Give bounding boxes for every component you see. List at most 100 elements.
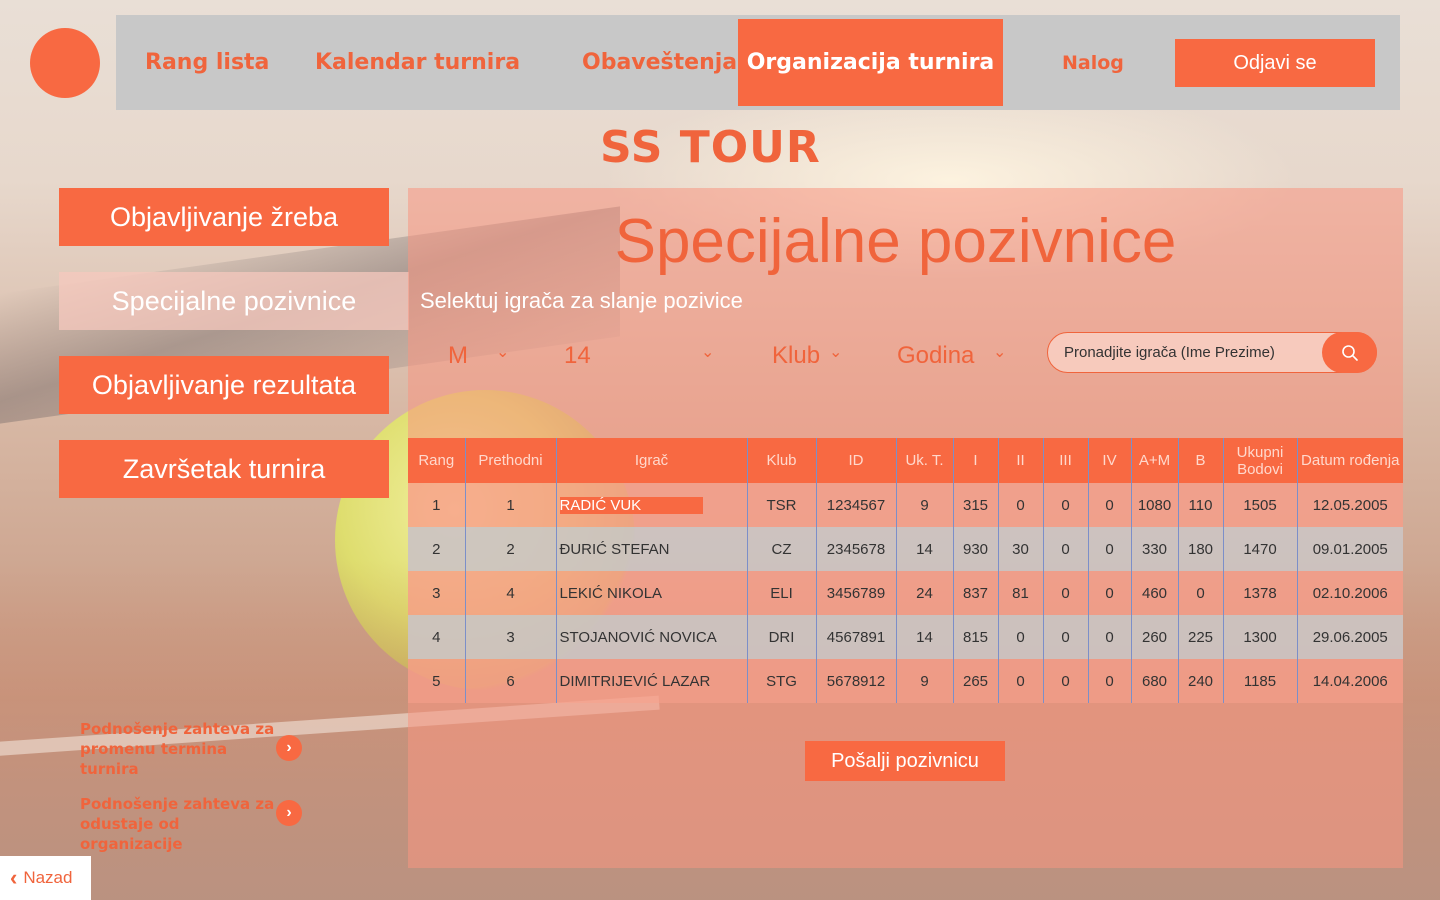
cell-b: 225 <box>1177 615 1223 659</box>
search-input[interactable] <box>1064 344 1324 361</box>
filter-gender[interactable]: M ⌄ <box>448 338 509 374</box>
cell-datum: 02.10.2006 <box>1296 571 1403 615</box>
chevron-right-icon[interactable]: › <box>276 735 302 761</box>
cell-igrac: ĐURIĆ STEFAN <box>555 527 747 571</box>
nav-kalendar-turnira[interactable]: Kalendar turnira <box>315 15 520 110</box>
col-prethodni: Prethodni <box>464 438 556 483</box>
cell-ii: 81 <box>997 571 1043 615</box>
cell-iii: 0 <box>1042 571 1088 615</box>
cell-uk-t: 9 <box>895 659 953 703</box>
col-ukupni-bodovi: Ukupni Bodovi <box>1222 438 1297 483</box>
cell-id: 2345678 <box>815 527 896 571</box>
nav-organizacija-turnira[interactable]: Organizacija turnira <box>738 19 1003 106</box>
filter-club[interactable]: Klub ⌄ <box>772 338 842 374</box>
filter-year-value: Godina <box>897 342 975 369</box>
cell-datum: 29.06.2005 <box>1296 615 1403 659</box>
cell-klub: TSR <box>746 483 816 527</box>
cell-rang: 1 <box>408 483 465 527</box>
filter-year[interactable]: Godina ⌄ <box>897 338 1006 374</box>
cell-i: 930 <box>952 527 998 571</box>
nav-obavestenja[interactable]: Obaveštenja <box>582 15 737 110</box>
cell-iv: 0 <box>1087 615 1131 659</box>
back-button[interactable]: ‹ Nazad <box>0 856 91 900</box>
cell-uk-t: 24 <box>895 571 953 615</box>
cell-uk-t: 14 <box>895 615 953 659</box>
cell-am: 460 <box>1130 571 1178 615</box>
cell-igrac: STOJANOVIĆ NOVICA <box>555 615 747 659</box>
request-change-term-link[interactable]: Podnošenje zahteva za promenu termina tu… <box>80 719 280 779</box>
cell-b: 110 <box>1177 483 1223 527</box>
page-title: Specijalne pozivnice <box>614 207 1177 276</box>
cell-klub: STG <box>746 659 816 703</box>
col-iv: IV <box>1087 438 1131 483</box>
col-id: ID <box>815 438 896 483</box>
nav-rang-lista[interactable]: Rang lista <box>145 15 269 110</box>
side-zavrsetak-turnira[interactable]: Završetak turnira <box>59 440 389 498</box>
cell-ukupni-bodovi: 1470 <box>1222 527 1297 571</box>
cell-igrac: LEKIĆ NIKOLA <box>555 571 747 615</box>
side-specijalne-pozivnice[interactable]: Specijalne pozivnice <box>59 272 409 330</box>
filter-age[interactable]: 14 ⌄ <box>564 338 714 374</box>
cell-ukupni-bodovi: 1185 <box>1222 659 1297 703</box>
cell-klub: DRI <box>746 615 816 659</box>
col-ii: II <box>997 438 1043 483</box>
send-invitation-button[interactable]: Pošalji pozivnicu <box>805 741 1005 781</box>
table-row[interactable]: 1 1 RADIĆ VUK TSR 1234567 9 315 0 0 0 10… <box>408 483 1403 527</box>
cell-prethodni: 3 <box>464 615 556 659</box>
cell-ii: 0 <box>997 483 1043 527</box>
chevron-down-icon: ⌄ <box>993 344 1007 361</box>
back-label: Nazad <box>23 868 73 887</box>
side-objavljivanje-zreba[interactable]: Objavljivanje žreba <box>59 188 389 246</box>
col-am: A+M <box>1130 438 1178 483</box>
logo[interactable] <box>30 28 100 98</box>
player-name-selected: RADIĆ VUK <box>559 496 703 514</box>
brand-title: SS TOUR <box>600 122 821 173</box>
cell-iv: 0 <box>1087 659 1131 703</box>
cell-i: 815 <box>952 615 998 659</box>
table-row[interactable]: 2 2 ĐURIĆ STEFAN CZ 2345678 14 930 30 0 … <box>408 527 1403 571</box>
chevron-down-icon: ⌄ <box>496 344 510 361</box>
search-button[interactable] <box>1322 332 1377 373</box>
cell-igrac: DIMITRIJEVIĆ LAZAR <box>555 659 747 703</box>
cell-iv: 0 <box>1087 571 1131 615</box>
cell-iii: 0 <box>1042 527 1088 571</box>
cell-uk-t: 14 <box>895 527 953 571</box>
filter-age-value: 14 <box>564 342 591 369</box>
col-igrac: Igrač <box>555 438 747 483</box>
col-klub: Klub <box>746 438 816 483</box>
cell-iii: 0 <box>1042 483 1088 527</box>
cell-prethodni: 4 <box>464 571 556 615</box>
cell-igrac: RADIĆ VUK <box>555 483 747 527</box>
logout-button[interactable]: Odjavi se <box>1175 39 1375 87</box>
nav-nalog[interactable]: Nalog <box>1062 15 1124 110</box>
table-row[interactable]: 5 6 DIMITRIJEVIĆ LAZAR STG 5678912 9 265… <box>408 659 1403 703</box>
col-uk-t: Uk. T. <box>895 438 953 483</box>
table-row[interactable]: 3 4 LEKIĆ NIKOLA ELI 3456789 24 837 81 0… <box>408 571 1403 615</box>
cell-id: 3456789 <box>815 571 896 615</box>
table-row[interactable]: 4 3 STOJANOVIĆ NOVICA DRI 4567891 14 815… <box>408 615 1403 659</box>
cell-prethodni: 2 <box>464 527 556 571</box>
chevron-right-icon[interactable]: › <box>276 800 302 826</box>
cell-b: 0 <box>1177 571 1223 615</box>
cell-i: 315 <box>952 483 998 527</box>
cell-iv: 0 <box>1087 483 1131 527</box>
cell-am: 1080 <box>1130 483 1178 527</box>
cell-datum: 12.05.2005 <box>1296 483 1403 527</box>
cell-b: 240 <box>1177 659 1223 703</box>
side-objavljivanje-rezultata[interactable]: Objavljivanje rezultata <box>59 356 389 414</box>
cell-b: 180 <box>1177 527 1223 571</box>
cell-iii: 0 <box>1042 615 1088 659</box>
page-subtitle: Selektuj igrača za slanje pozivice <box>420 288 743 313</box>
cell-ii: 0 <box>997 615 1043 659</box>
request-withdraw-link[interactable]: Podnošenje zahteva za odustaje od organi… <box>80 794 275 854</box>
cell-rang: 2 <box>408 527 465 571</box>
player-search <box>1047 332 1377 373</box>
cell-uk-t: 9 <box>895 483 953 527</box>
cell-rang: 4 <box>408 615 465 659</box>
col-b: B <box>1177 438 1223 483</box>
cell-datum: 14.04.2006 <box>1296 659 1403 703</box>
cell-id: 1234567 <box>815 483 896 527</box>
cell-ii: 30 <box>997 527 1043 571</box>
cell-ukupni-bodovi: 1300 <box>1222 615 1297 659</box>
cell-i: 265 <box>952 659 998 703</box>
